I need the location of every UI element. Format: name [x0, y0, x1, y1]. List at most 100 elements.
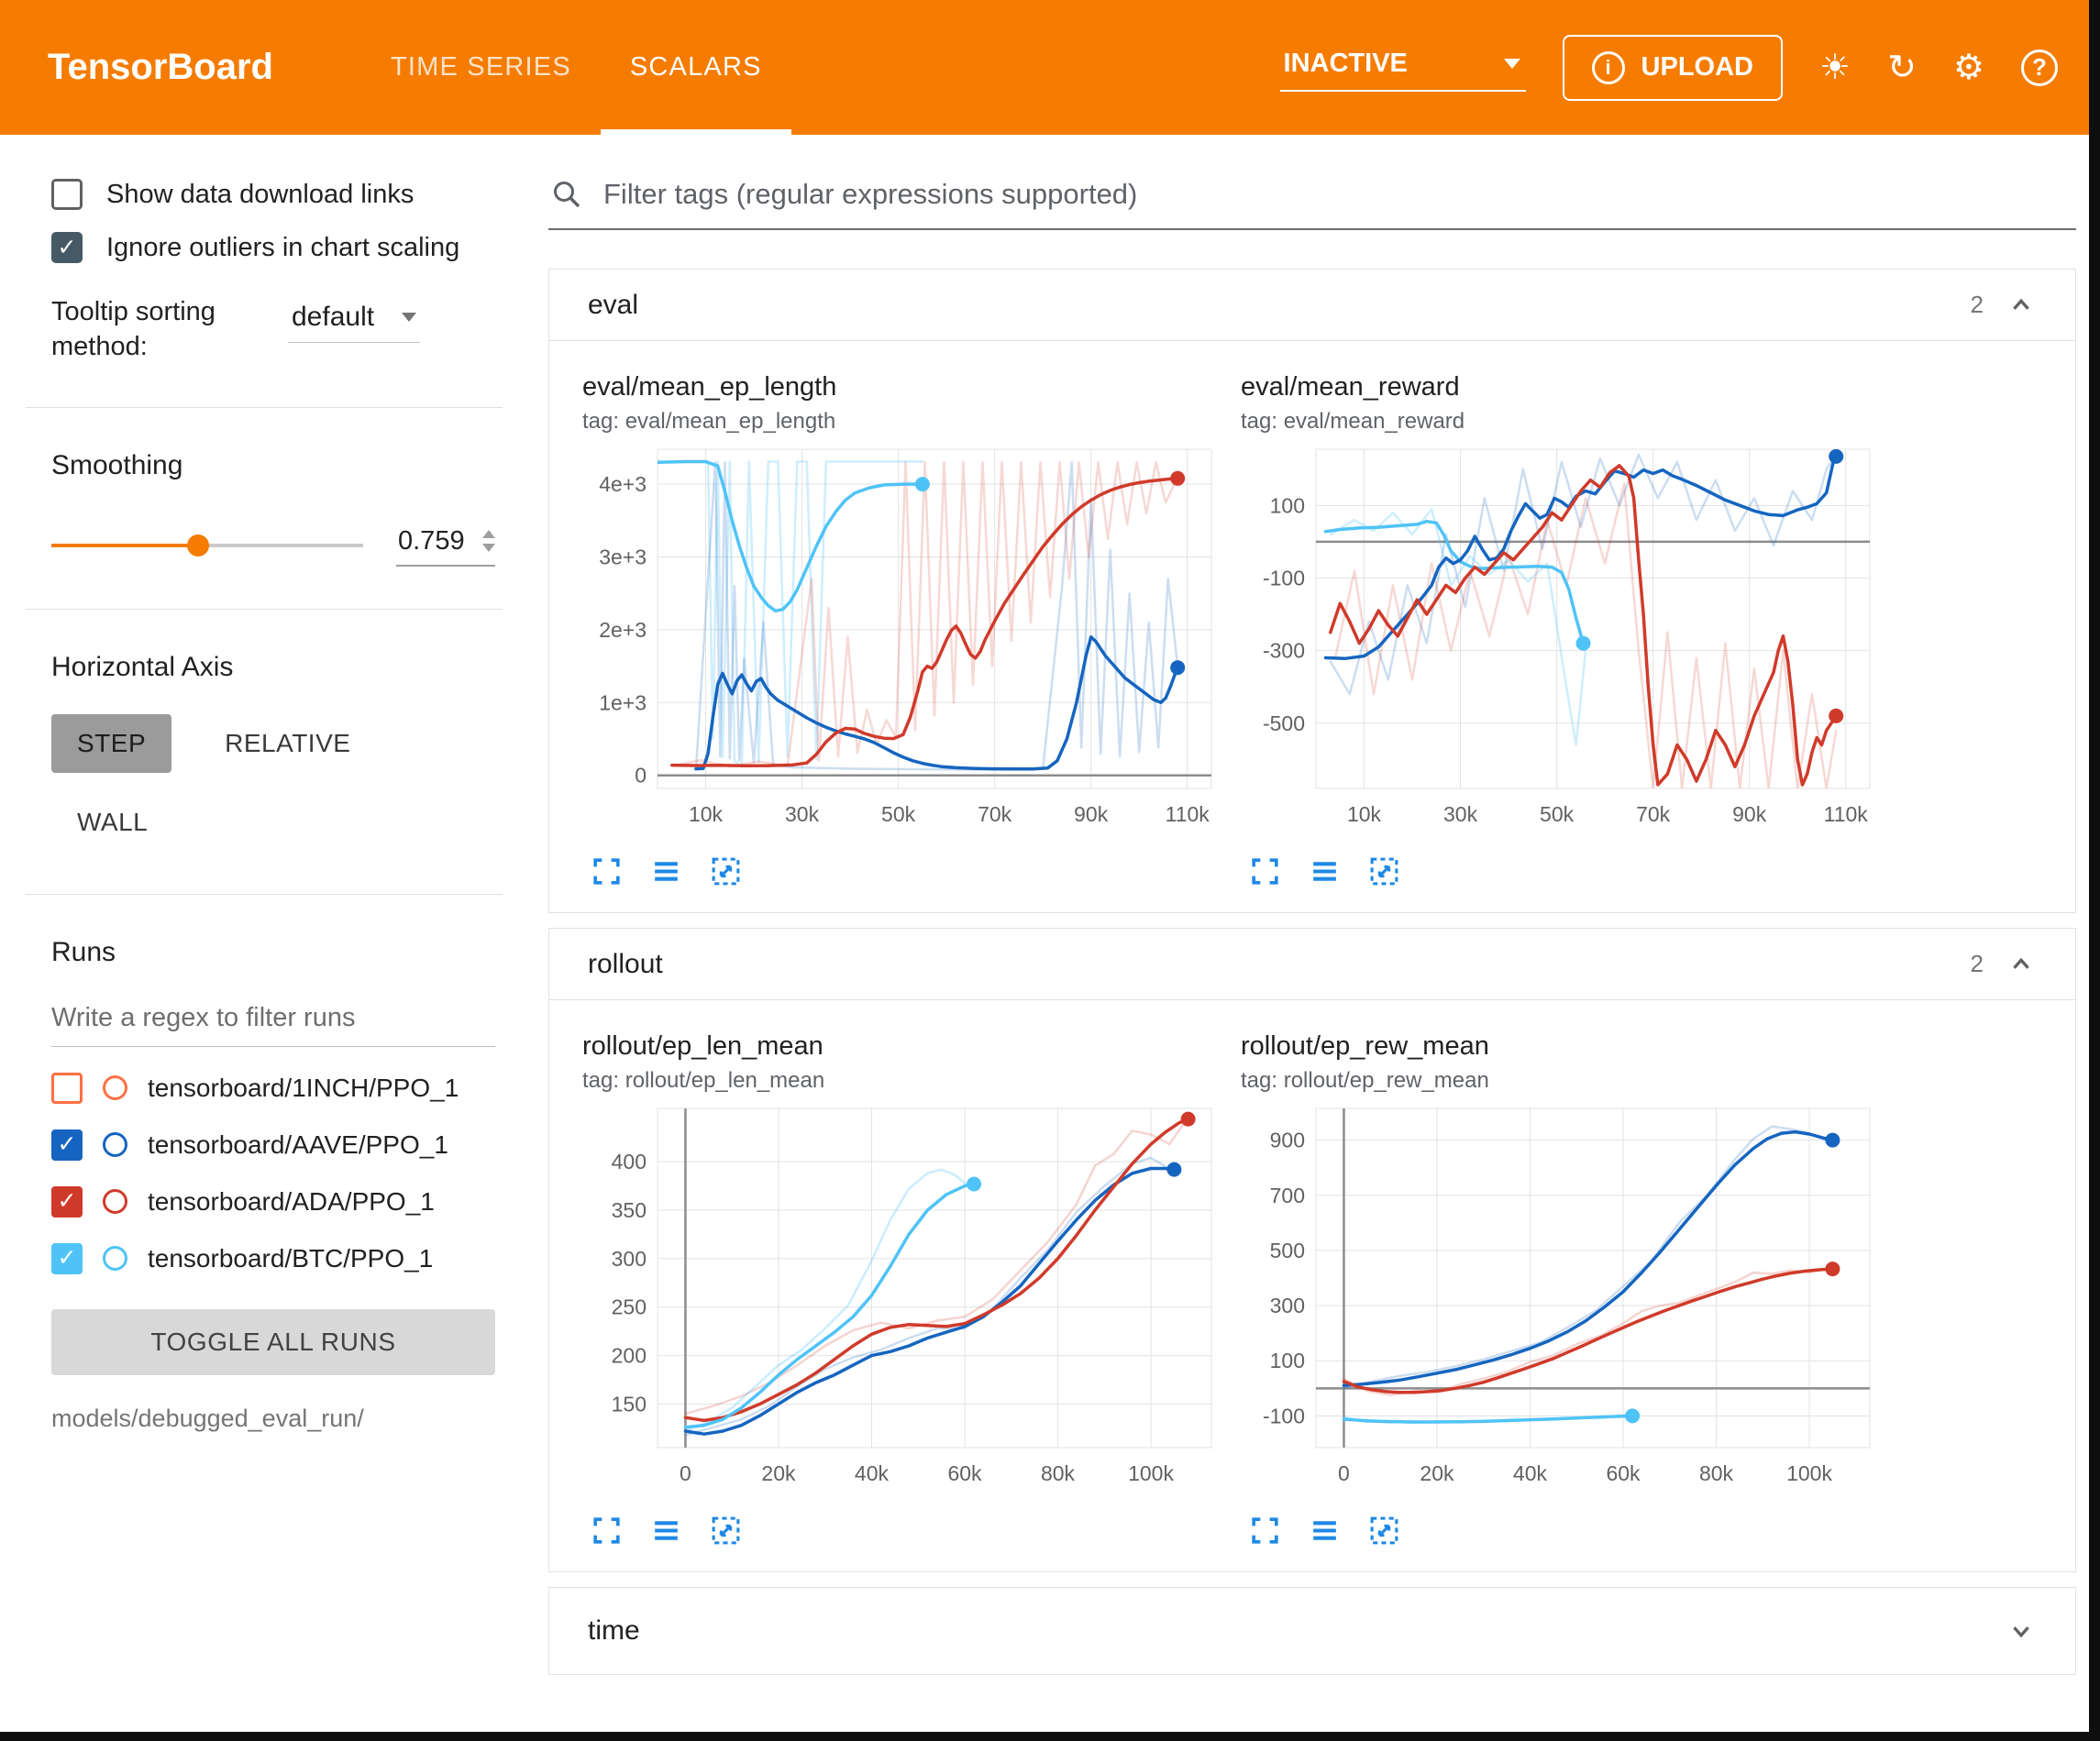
svg-text:30k: 30k — [1443, 802, 1478, 826]
divider — [26, 609, 503, 610]
show-download-links-label: Show data download links — [106, 180, 414, 210]
run-checkbox[interactable] — [51, 1073, 83, 1104]
data-table-icon[interactable] — [1308, 1514, 1342, 1548]
smoothing-value-input[interactable] — [396, 525, 475, 557]
axis-wall-button[interactable]: WALL — [51, 793, 173, 852]
chevron-down-icon[interactable] — [2006, 1615, 2037, 1647]
upload-button[interactable]: i UPLOAD — [1563, 35, 1783, 101]
run-row-ada[interactable]: tensorboard/ADA/PPO_1 — [51, 1186, 495, 1218]
horizontal-axis-label: Horizontal Axis — [51, 652, 495, 683]
svg-text:70k: 70k — [1636, 802, 1671, 826]
chevron-up-icon[interactable] — [2006, 949, 2037, 980]
svg-text:80k: 80k — [1041, 1461, 1076, 1485]
line-chart-plot[interactable]: 10k30k50k70k90k110k-500-300-100100 — [1241, 444, 1883, 843]
svg-text:500: 500 — [1270, 1239, 1305, 1262]
upload-label: UPLOAD — [1641, 52, 1753, 83]
app-header: TensorBoard TIME SERIES SCALARS INACTIVE… — [0, 0, 2100, 135]
chevron-down-icon — [1504, 59, 1520, 69]
run-checkbox[interactable] — [51, 1129, 83, 1161]
data-table-icon[interactable] — [649, 854, 683, 888]
line-chart-plot[interactable]: 020k40k60k80k100k150200250300350400 — [582, 1103, 1224, 1503]
brightness-icon[interactable]: ☀ — [1819, 50, 1851, 85]
line-chart-plot[interactable]: 10k30k50k70k90k110k01e+32e+33e+34e+3 — [582, 444, 1224, 843]
chart-title: rollout/ep_rew_mean — [1241, 1031, 1883, 1062]
fullscreen-icon[interactable] — [590, 1514, 624, 1548]
smoothing-slider[interactable] — [51, 544, 363, 547]
fit-domain-icon[interactable] — [1367, 1514, 1401, 1548]
settings-gear-icon[interactable]: ⚙ — [1953, 50, 1984, 85]
svg-text:40k: 40k — [855, 1461, 890, 1485]
info-icon: i — [1592, 51, 1625, 84]
smoothing-slider-thumb[interactable] — [187, 534, 209, 556]
svg-text:50k: 50k — [881, 802, 916, 826]
tab-time-series[interactable]: TIME SERIES — [361, 0, 601, 135]
tooltip-sorting-label: Tooltip sorting method: — [51, 294, 264, 365]
section-header-rollout[interactable]: rollout 2 — [549, 929, 2075, 1000]
axis-relative-button[interactable]: RELATIVE — [199, 714, 376, 773]
tab-bar: TIME SERIES SCALARS — [361, 0, 791, 135]
stepper-down-icon[interactable] — [482, 544, 495, 552]
show-download-links-row[interactable]: Show data download links — [51, 179, 495, 210]
horizontal-axis-buttons: STEP RELATIVE WALL — [51, 714, 446, 852]
line-chart-plot[interactable]: 020k40k60k80k100k-100100300500700900 — [1241, 1103, 1883, 1503]
chevron-up-icon[interactable] — [2006, 290, 2037, 321]
tooltip-sorting-select[interactable]: default — [288, 294, 420, 343]
run-row-btc[interactable]: tensorboard/BTC/PPO_1 — [51, 1243, 495, 1274]
svg-text:110k: 110k — [1166, 802, 1210, 826]
fit-domain-icon[interactable] — [709, 1514, 743, 1548]
fit-domain-icon[interactable] — [1367, 854, 1401, 888]
help-icon[interactable]: ? — [2021, 50, 2058, 86]
status-label: INACTIVE — [1284, 49, 1408, 79]
fullscreen-icon[interactable] — [1248, 854, 1282, 888]
toggle-all-runs-button[interactable]: TOGGLE ALL RUNS — [51, 1309, 495, 1375]
horizontal-scrollbar[interactable] — [0, 1732, 2100, 1741]
svg-text:0: 0 — [635, 764, 647, 788]
chart-rollout-ep-rew-mean: rollout/ep_rew_mean tag: rollout/ep_rew_… — [1241, 1031, 1883, 1548]
run-color-swatch — [103, 1189, 127, 1214]
runs-filter-input[interactable] — [51, 994, 495, 1047]
section-card-rollout: rollout 2 rollout/ep_len_mean tag: rollo… — [548, 928, 2076, 1572]
chart-title: eval/mean_ep_length — [582, 372, 1224, 402]
section-count-badge: 2 — [1971, 291, 1984, 319]
vertical-scrollbar[interactable] — [2089, 0, 2100, 1741]
run-row-1inch[interactable]: tensorboard/1INCH/PPO_1 — [51, 1073, 495, 1104]
smoothing-value-box — [396, 525, 495, 567]
svg-text:100k: 100k — [1786, 1461, 1832, 1485]
axis-step-button[interactable]: STEP — [51, 714, 171, 773]
section-title: eval — [588, 290, 638, 321]
show-download-links-checkbox[interactable] — [51, 179, 83, 210]
data-table-icon[interactable] — [1308, 854, 1342, 888]
chart-title: eval/mean_reward — [1241, 372, 1883, 402]
refresh-icon[interactable]: ↻ — [1887, 50, 1917, 85]
run-label: tensorboard/BTC/PPO_1 — [148, 1244, 433, 1273]
run-checkbox[interactable] — [51, 1243, 83, 1274]
chart-tag: tag: eval/mean_ep_length — [582, 409, 1224, 435]
tab-scalars[interactable]: SCALARS — [601, 0, 791, 135]
section-header-time[interactable]: time — [549, 1588, 2075, 1674]
section-card-time: time — [548, 1587, 2076, 1675]
svg-text:70k: 70k — [978, 802, 1012, 826]
svg-text:200: 200 — [612, 1344, 647, 1368]
svg-text:-100: -100 — [1263, 1404, 1305, 1427]
svg-text:4e+3: 4e+3 — [599, 472, 647, 496]
section-header-eval[interactable]: eval 2 — [549, 270, 2075, 341]
smoothing-controls — [51, 525, 495, 567]
status-dropdown[interactable]: INACTIVE — [1280, 43, 1526, 92]
run-row-aave[interactable]: tensorboard/AAVE/PPO_1 — [51, 1129, 495, 1161]
stepper-up-icon[interactable] — [482, 530, 495, 538]
fit-domain-icon[interactable] — [709, 854, 743, 888]
ignore-outliers-row[interactable]: Ignore outliers in chart scaling — [51, 232, 495, 263]
fullscreen-icon[interactable] — [590, 854, 624, 888]
tag-filter-input[interactable] — [602, 177, 2072, 212]
chart-eval-mean-ep-length: eval/mean_ep_length tag: eval/mean_ep_le… — [582, 372, 1224, 888]
svg-text:-500: -500 — [1263, 711, 1305, 735]
run-checkbox[interactable] — [51, 1186, 83, 1218]
data-table-icon[interactable] — [649, 1514, 683, 1548]
ignore-outliers-checkbox[interactable] — [51, 232, 83, 263]
fullscreen-icon[interactable] — [1248, 1514, 1282, 1548]
svg-text:10k: 10k — [689, 802, 724, 826]
run-label: tensorboard/AAVE/PPO_1 — [148, 1130, 448, 1160]
svg-text:60k: 60k — [947, 1461, 982, 1485]
search-icon — [550, 178, 583, 211]
smoothing-stepper[interactable] — [482, 530, 495, 552]
